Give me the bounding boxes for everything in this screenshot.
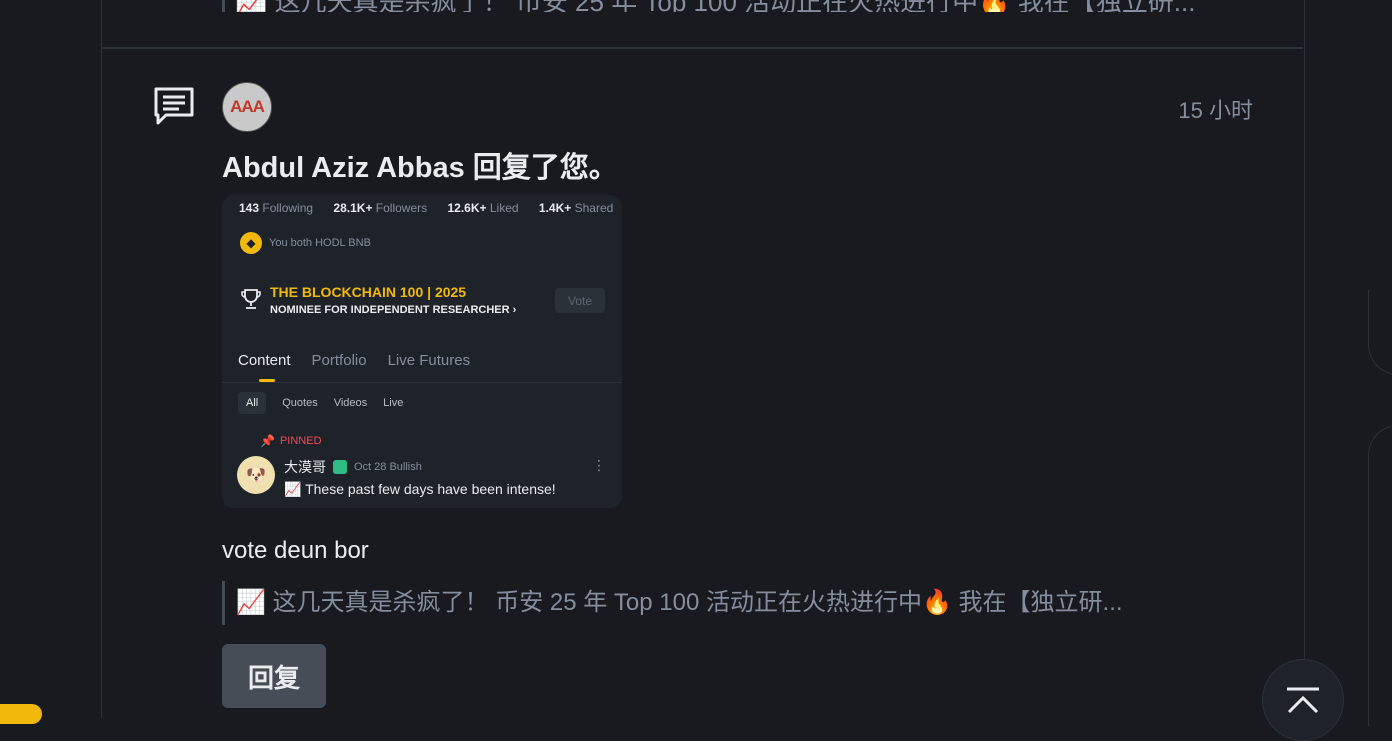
item-divider [101, 47, 1303, 49]
subtab-all[interactable]: All [238, 392, 267, 414]
notification-title: Abdul Aziz Abbas 回复了您。 [222, 152, 618, 184]
post-text: 📈 These past few days have been intense! [284, 481, 556, 497]
hodl-text: You both HODL BNB [269, 237, 371, 249]
notification-time: 15 小时 [1178, 98, 1253, 123]
subtab-videos[interactable]: Videos [334, 392, 367, 414]
profile-stats: 143 Following 28.1K+ Followers 12.6K+ Li… [239, 201, 613, 215]
quoted-post[interactable]: 📈 这几天真是杀疯了！ 币安 25 年 Top 100 活动正在火热进行中🔥 我… [222, 581, 1266, 625]
post-author-name[interactable]: 大漠哥 [284, 457, 326, 477]
verified-badge-icon [333, 460, 347, 474]
subtab-quotes[interactable]: Quotes [282, 392, 317, 414]
award-title: THE BLOCKCHAIN 100 | 2025 [270, 284, 467, 300]
profile-tabs: Content Portfolio Live Futures [238, 352, 491, 369]
award-subtitle[interactable]: NOMINEE FOR INDEPENDENT RESEARCHER › [270, 304, 516, 316]
trophy-icon [239, 287, 263, 311]
reply-button[interactable]: 回复 [222, 644, 326, 708]
tab-content[interactable]: Content [238, 352, 291, 369]
reply-content: vote deun bor [222, 537, 369, 564]
post-meta: Oct 28 Bullish [354, 461, 422, 473]
pin-icon: 📌 [260, 434, 275, 448]
chevron-right-icon: › [512, 304, 517, 316]
side-panel-edge [1368, 425, 1392, 726]
bnb-coin-icon: ◆ [240, 232, 262, 254]
more-options-icon[interactable]: ⋮ [592, 457, 606, 474]
arrow-up-icon [1287, 687, 1319, 714]
pinned-label: 📌 PINNED [260, 434, 322, 448]
message-icon [153, 86, 195, 128]
avatar-text: AAA [230, 97, 265, 116]
floating-widget[interactable] [0, 704, 42, 724]
post-author-row: 大漠哥 Oct 28 Bullish [284, 457, 422, 477]
content-subtabs: All Quotes Videos Live [238, 392, 403, 414]
user-avatar[interactable]: AAA [222, 82, 272, 132]
scroll-to-top-button[interactable] [1262, 659, 1344, 741]
tab-live-futures[interactable]: Live Futures [388, 352, 471, 369]
embedded-profile-screenshot[interactable]: 143 Following 28.1K+ Followers 12.6K+ Li… [222, 195, 622, 508]
subtab-live[interactable]: Live [383, 392, 403, 414]
tabs-divider [222, 382, 622, 383]
vote-button[interactable]: Vote [555, 288, 605, 313]
stat-followers: 28.1K+ Followers [333, 201, 428, 215]
side-panel-edge [1368, 290, 1392, 375]
post-author-avatar[interactable]: 🐶 [237, 456, 275, 494]
stat-following: 143 Following [239, 201, 314, 215]
stat-shared: 1.4K+ Shared [538, 201, 614, 215]
stat-liked: 12.6K+ Liked [447, 201, 519, 215]
hodl-row: ◆ You both HODL BNB [240, 232, 371, 254]
tab-portfolio[interactable]: Portfolio [312, 352, 367, 369]
previous-quote-snippet: 📈 这几天真是杀疯了！ 币安 25 年 Top 100 活动正在火热进行中🔥 我… [222, 0, 1265, 12]
